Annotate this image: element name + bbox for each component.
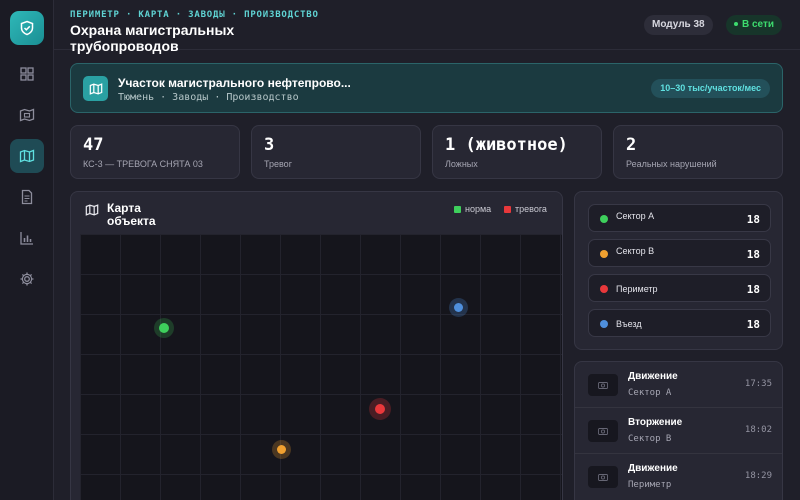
status-dot-icon [600,215,608,223]
sector-count: 18 [746,248,760,261]
gear-icon [20,272,34,286]
stat-value: 3 [264,135,275,155]
sector-name: Периметр [616,284,658,294]
banner-subtitle: Тюмень · Заводы · Производство [118,92,299,103]
sector-count: 18 [746,318,760,331]
shield-logo-icon[interactable] [10,11,44,45]
event-row[interactable]: Движение Сектор А 17:35 [575,362,782,408]
site-banner[interactable]: Участок магистрального нефтепрово... Тюм… [70,63,783,113]
sector-list-card: Сектор А 18 Сектор В 18 Периметр 18 Въез… [574,191,783,350]
event-row[interactable]: Движение Периметр 18:29 [575,454,782,500]
map-icon [19,149,35,163]
sector-count: 18 [746,213,760,226]
legend-alarm: тревога [504,204,547,214]
event-place: Сектор А [628,388,672,398]
legend-label: тревога [515,204,547,214]
map-canvas[interactable] [80,234,562,500]
event-log-card: Движение Сектор А 17:35 Вторжение Сектор… [574,361,783,500]
stat-label: Ложных [445,159,478,169]
stat-label: Тревог [264,159,292,169]
status-dot-icon [600,320,608,328]
breadcrumb[interactable]: ПЕРИМЕТР · КАРТА · ЗАВОДЫ · ПРОИЗВОДСТВО [70,10,319,20]
map-icon [83,76,108,101]
sector-name: Сектор А [616,211,655,221]
status-dot-icon [600,285,608,293]
module-badge: Модуль 38 [644,15,713,35]
sidebar-item-dashboard[interactable] [10,57,44,91]
legend-normal: норма [454,204,491,214]
document-icon [21,189,33,205]
sensor-marker-blue[interactable] [449,298,468,317]
event-time: 18:29 [744,471,772,481]
sector-count: 18 [746,283,760,296]
event-row[interactable]: Вторжение Сектор В 18:02 [575,408,782,454]
legend-swatch [454,206,461,213]
event-title: Вторжение [628,417,683,428]
event-place: Периметр [628,480,672,490]
status-dot-icon [600,250,608,258]
sensor-dot [159,323,169,333]
top-bar: ПЕРИМЕТР · КАРТА · ЗАВОДЫ · ПРОИЗВОДСТВО… [54,0,800,54]
status-badge: В сети [726,15,783,35]
sensor-dot [277,445,286,454]
sector-name: Сектор В [616,246,655,256]
camera-thumbnail-icon [588,466,618,488]
status-label: В сети [742,19,775,30]
rate-badge: 10–30 тыс/участок/мес [651,79,770,98]
sidebar-item-analytics[interactable] [10,221,44,255]
sensor-marker-red[interactable] [369,398,391,420]
map-title: Карта объекта [107,201,156,228]
sidebar-item-settings[interactable] [10,262,44,296]
sensor-marker-green[interactable] [154,318,174,338]
event-time: 17:35 [744,379,772,389]
sidebar-item-map[interactable] [10,139,44,173]
event-time: 18:02 [744,425,772,435]
sidebar-item-cameras[interactable] [10,98,44,132]
sector-name: Въезд [616,319,642,329]
legend-label: норма [465,204,492,214]
map-icon [85,203,99,222]
banner-title: Участок магистрального нефтепрово... [118,76,351,90]
event-title: Движение [628,463,678,474]
event-place: Сектор В [628,434,672,444]
sector-item[interactable]: Сектор В 18 [588,239,771,267]
dashboard-icon [20,67,34,81]
stat-card-violations: 2 Реальных нарушений [613,125,783,179]
main-content: ПЕРИМЕТР · КАРТА · ЗАВОДЫ · ПРОИЗВОДСТВО… [54,0,800,500]
sidebar [0,0,54,500]
bar-chart-icon [20,232,33,245]
page-title: Охрана магистральных трубопроводов [70,22,235,54]
camera-thumbnail-icon [588,420,618,442]
sensor-dot [454,303,463,312]
stat-label: КС-3 — ТРЕВОГА СНЯТА 03 [83,159,203,169]
stat-value: 1 (животное) [445,135,568,155]
event-title: Движение [628,371,678,382]
stat-card-alarms: 3 Тревог [251,125,421,179]
stat-value: 47 [83,135,104,155]
stat-value: 2 [626,135,637,155]
legend-swatch [504,206,511,213]
camera-map-icon [19,108,35,122]
sidebar-item-reports[interactable] [10,180,44,214]
sensor-dot [375,404,385,414]
sensor-marker-orange[interactable] [272,440,291,459]
stat-card-events: 47 КС-3 — ТРЕВОГА СНЯТА 03 [70,125,240,179]
sector-item[interactable]: Сектор А 18 [588,204,771,232]
camera-thumbnail-icon [588,374,618,396]
sector-item[interactable]: Въезд 18 [588,309,771,337]
sector-item[interactable]: Периметр 18 [588,274,771,302]
stat-card-false: 1 (животное) Ложных [432,125,602,179]
online-dot-icon [734,22,738,27]
stat-label: Реальных нарушений [626,159,717,169]
map-card: Карта объекта норма тревога [70,191,563,500]
